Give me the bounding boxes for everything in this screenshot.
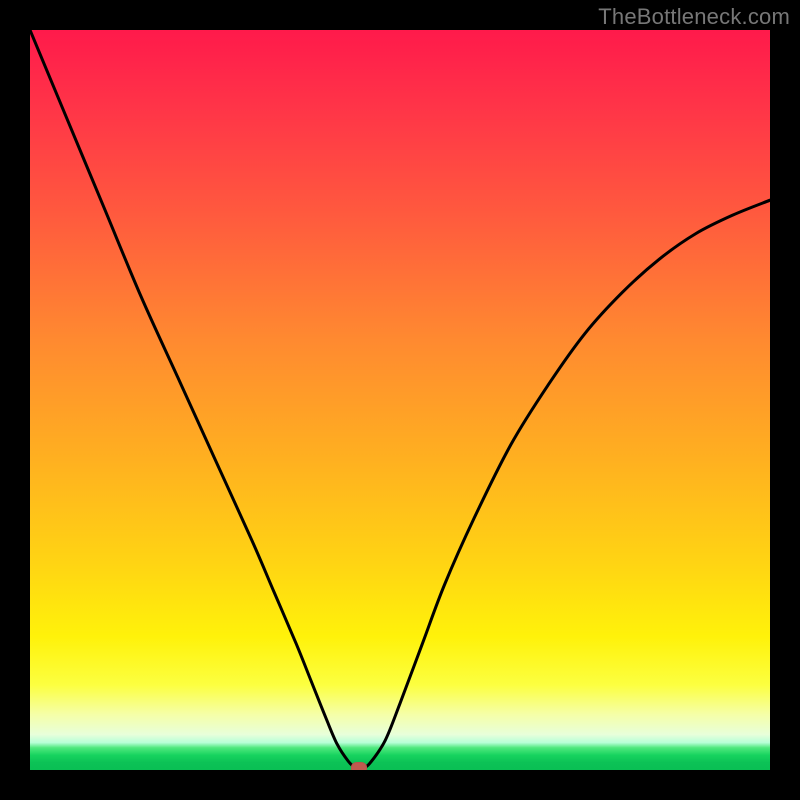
curve-svg bbox=[30, 30, 770, 770]
chart-frame: TheBottleneck.com bbox=[0, 0, 800, 800]
watermark-text: TheBottleneck.com bbox=[598, 4, 790, 30]
plot-area bbox=[30, 30, 770, 770]
bottleneck-curve bbox=[30, 30, 770, 769]
minimum-marker bbox=[351, 762, 367, 770]
